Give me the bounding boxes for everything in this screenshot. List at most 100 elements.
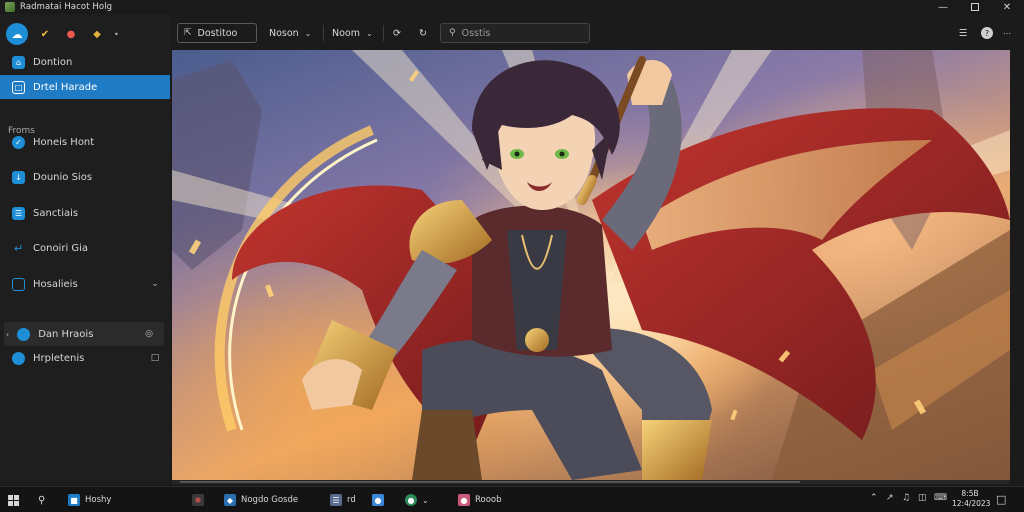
sidebar-item-label: Hosalieis	[33, 278, 78, 290]
search-input[interactable]: ⚲ Osstis	[440, 23, 590, 43]
sidebar-item-label: Dounio Sios	[33, 171, 93, 183]
horizontal-scrollbar[interactable]	[172, 480, 1010, 484]
app-logo[interactable]: ☁	[6, 23, 28, 45]
sidebar-item-label: Conoiri Gia	[33, 242, 89, 254]
toolbar-path-box[interactable]: ⇱ Dostitoo	[177, 23, 257, 43]
sidebar-item-hosalieis[interactable]: Hosalieis ⌄	[0, 272, 170, 296]
close-icon: ✕	[1002, 1, 1012, 13]
extension-icon-2[interactable]: ●	[62, 25, 80, 43]
scrollbar-thumb[interactable]	[180, 481, 800, 483]
toolbar-divider	[323, 25, 324, 41]
taskbar-search-button[interactable]: ⚲	[38, 492, 45, 508]
app-icon: ●	[458, 494, 470, 506]
sidebar-item-dounio-sios[interactable]: ↓ Dounio Sios	[0, 165, 170, 189]
app-icon: ❋	[192, 494, 204, 506]
circle-icon	[12, 351, 25, 365]
vertical-scrollbar[interactable]	[1012, 50, 1020, 480]
taskbar-item-app[interactable]: ❋	[192, 492, 204, 508]
maximize-button[interactable]	[960, 0, 990, 14]
search-icon: ⚲	[449, 28, 456, 38]
taskbar-item-nogdo-gosde[interactable]: ◆ Nogdo Gosde	[224, 492, 298, 508]
window-icon[interactable]: □	[148, 353, 162, 363]
globe-icon: ✓	[12, 135, 25, 149]
sidebar-item-label: Drtel Harade	[33, 81, 98, 93]
more-icon[interactable]: ⋯	[998, 23, 1016, 43]
circle-icon	[17, 327, 31, 341]
taskbar: ⚲ ■ Hoshy ❋ ◆ Nogdo Gosde ☰ rd ● ● ⌄ ● R…	[0, 486, 1024, 512]
chevron-down-icon: ⌄	[422, 495, 429, 505]
sidebar-item-hrpletenis[interactable]: Hrpletenis □	[0, 346, 170, 370]
download-icon: ↓	[12, 170, 25, 184]
app-icon	[5, 2, 15, 12]
network-icon[interactable]: ↗	[886, 493, 894, 503]
taskbar-item-browser[interactable]: ● ⌄	[405, 492, 429, 508]
taskbar-item-label: Rooob	[475, 495, 502, 505]
sidebar: ☁ ✔ ● ◆ • ⌂ Dontion □ Drtel Harade Froms…	[0, 14, 170, 484]
home-icon: ⌂	[12, 55, 25, 69]
share-icon: ↵	[13, 241, 24, 255]
sidebar-item-label: Sanctiais	[33, 207, 79, 219]
browser-icon: ●	[405, 494, 417, 506]
toolbar: ⇱ Dostitoo Noson ⌄ Noom ⌄ ⟳ ↻ ⚲ Osstis ☰…	[170, 14, 1024, 50]
shield-icon: ◆	[224, 494, 236, 506]
clock[interactable]: 8:5B 12:4/2023	[952, 489, 990, 509]
list-icon: ☰	[12, 206, 25, 220]
zoom-icon[interactable]: ⟳	[390, 23, 404, 43]
minimize-button[interactable]: —	[928, 0, 958, 14]
sidebar-item-sanctiais[interactable]: ☰ Sanctiais	[0, 201, 170, 225]
chevron-down-icon: ⌄	[304, 28, 312, 38]
extension-icon-1[interactable]: ✔	[36, 25, 54, 43]
minimize-icon: —	[938, 1, 948, 13]
extension-icon-3[interactable]: ◆	[88, 25, 106, 43]
anime-hero-illustration	[172, 50, 1010, 480]
chevron-down-icon[interactable]: ⌄	[148, 279, 162, 289]
image-canvas[interactable]	[172, 50, 1010, 480]
help-icon[interactable]: ?	[980, 23, 994, 43]
dropdown-label: Noson	[269, 27, 299, 39]
pin-icon[interactable]: ◎	[142, 329, 156, 339]
title-bar: Radmatai Hacot Holg — ✕	[0, 0, 1024, 14]
sidebar-item-label: Hrpletenis	[33, 352, 85, 364]
close-button[interactable]: ✕	[992, 0, 1022, 14]
folder-icon	[12, 277, 25, 291]
extensions-more-icon[interactable]: •	[114, 30, 119, 39]
cloud-icon: ☁	[11, 27, 23, 41]
menu-icon[interactable]: ☰	[956, 23, 970, 43]
dropdown-label: Noom	[332, 27, 360, 39]
taskbar-item-label: Hoshy	[85, 495, 112, 505]
search-placeholder: Osstis	[461, 27, 491, 39]
sidebar-item-label: Dontion	[33, 56, 73, 68]
volume-icon[interactable]: ♫	[902, 493, 910, 503]
chevron-up-icon[interactable]: ⌃	[870, 493, 878, 503]
search-icon: ⚲	[38, 494, 46, 506]
taskbar-item-label: Nogdo Gosde	[241, 495, 299, 505]
taskbar-item-label: rd	[347, 495, 356, 505]
sidebar-item-dontion[interactable]: ⌂ Dontion	[0, 50, 170, 74]
expand-icon: ⇱	[184, 28, 192, 38]
maximize-icon	[971, 3, 979, 11]
app-icon: ●	[372, 494, 384, 506]
window-title: Radmatai Hacot Holg	[20, 2, 113, 12]
crop-icon[interactable]: ↻	[416, 23, 430, 43]
notification-icon[interactable]: □	[996, 493, 1006, 506]
taskbar-item-app2[interactable]: ●	[372, 492, 384, 508]
toolbar-dropdown-noson[interactable]: Noson ⌄	[265, 23, 315, 43]
chevron-down-icon: ⌄	[366, 28, 373, 38]
document-icon: □	[12, 80, 25, 94]
battery-icon[interactable]: ◫	[918, 493, 927, 503]
taskbar-item-rd[interactable]: ☰ rd	[330, 492, 356, 508]
sidebar-item-dan-hraois[interactable]: ‹ Dan Hraois ◎	[4, 322, 164, 346]
sidebar-header: ☁ ✔ ● ◆ •	[6, 22, 119, 46]
start-button[interactable]	[8, 492, 19, 508]
sidebar-item-conoiri-gia[interactable]: ↵ Conoiri Gia	[0, 236, 170, 260]
sidebar-item-drtel-harade[interactable]: □ Drtel Harade	[0, 75, 170, 99]
taskbar-item-hoshy[interactable]: ■ Hoshy	[68, 492, 111, 508]
arrow-left-icon: ‹	[6, 329, 10, 339]
keyboard-icon[interactable]: ⌨	[934, 493, 947, 503]
toolbar-box-label: Dostitoo	[197, 27, 238, 39]
windows-icon	[8, 494, 19, 506]
toolbar-dropdown-noom[interactable]: Noom ⌄	[328, 23, 377, 43]
taskbar-item-rooob[interactable]: ● Rooob	[458, 492, 502, 508]
sidebar-item-honeis-hont[interactable]: ✓ Honeis Hont	[0, 130, 170, 154]
sidebar-item-label: Dan Hraois	[38, 328, 94, 340]
